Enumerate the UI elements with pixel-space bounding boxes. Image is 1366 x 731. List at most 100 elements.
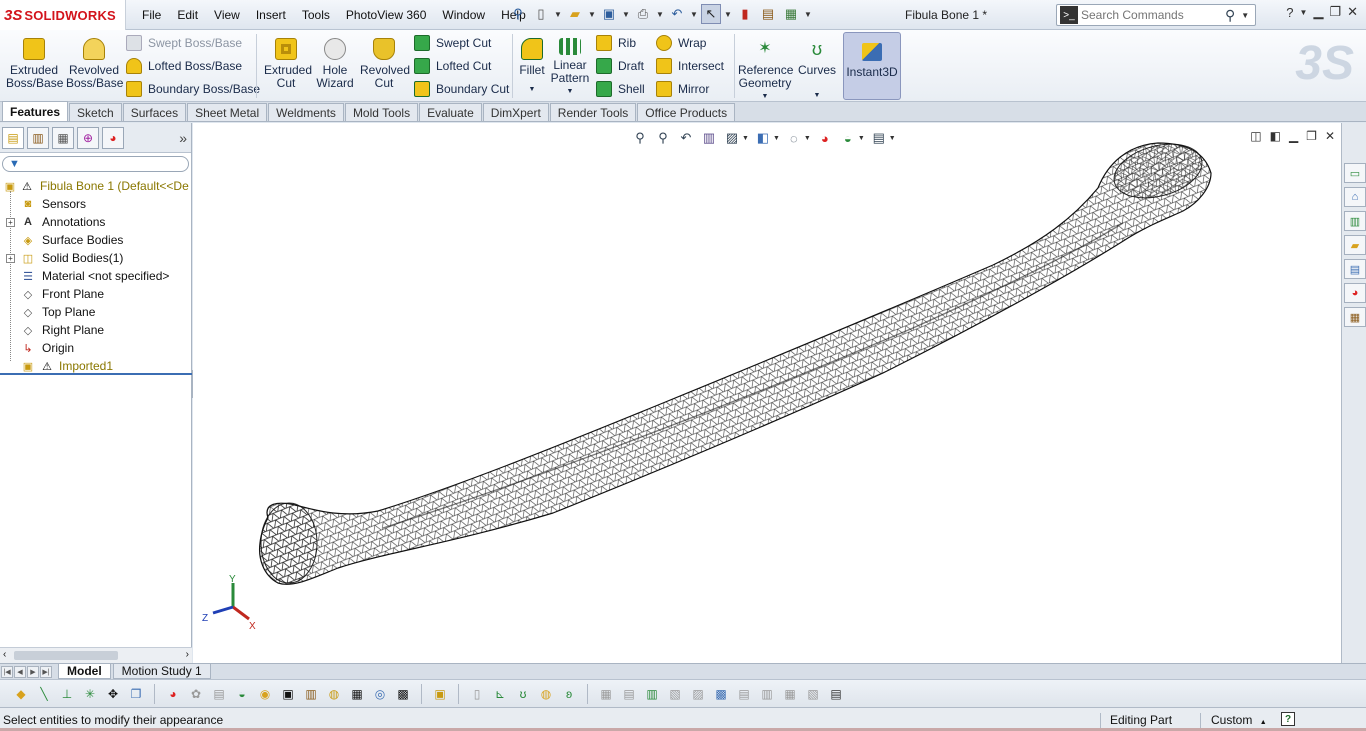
restore-icon[interactable]: ❐ xyxy=(1306,129,1317,143)
render-icon[interactable]: ▥ xyxy=(302,685,320,703)
search-box[interactable]: >_ ⚲ ▼ xyxy=(1056,4,1256,26)
table-icon[interactable]: ▩ xyxy=(712,685,730,703)
swept-cut-button[interactable]: Swept Cut xyxy=(414,33,491,53)
file-explorer-icon[interactable]: ▰ xyxy=(1344,235,1366,255)
line-icon[interactable]: ╲ xyxy=(35,685,53,703)
fibula-bone-model[interactable] xyxy=(193,123,1341,663)
close-icon[interactable]: ✕ xyxy=(1325,129,1335,143)
texture-icon[interactable]: ✿ xyxy=(187,685,205,703)
extruded-boss-button[interactable]: Extruded Boss/Base xyxy=(6,32,63,98)
edit-appearance-icon[interactable]: ◕ xyxy=(816,129,834,147)
table-icon[interactable]: ▧ xyxy=(666,685,684,703)
split-view-icon[interactable]: ◧ xyxy=(1270,129,1281,143)
rib-button[interactable]: Rib xyxy=(596,33,636,53)
resources-icon[interactable]: ▭ xyxy=(1344,163,1366,183)
restore-icon[interactable]: ❐ xyxy=(1329,4,1341,20)
menu-edit[interactable]: Edit xyxy=(169,8,206,22)
tab-weldments[interactable]: Weldments xyxy=(268,103,344,121)
property-manager-icon[interactable]: ▥ xyxy=(27,126,49,149)
tree-item-sensors[interactable]: ◙ Sensors xyxy=(0,195,191,213)
tab-render-tools[interactable]: Render Tools xyxy=(549,103,637,121)
reference-geometry-button[interactable]: ✶ Reference Geometry ▼ xyxy=(738,32,793,100)
decal-icon[interactable]: ▤ xyxy=(210,685,228,703)
split-view-icon[interactable]: ◫ xyxy=(1250,129,1261,143)
previous-view-icon[interactable]: ↶ xyxy=(677,129,695,147)
units-selector[interactable]: Custom ▲ xyxy=(1200,713,1267,729)
quick-tips-icon[interactable]: ? xyxy=(1281,712,1295,726)
tab-dimxpert[interactable]: DimXpert xyxy=(482,103,549,121)
scroll-right-icon[interactable]: › xyxy=(186,649,189,660)
apply-scene-icon[interactable]: ◒ xyxy=(839,129,857,147)
appearances-icon[interactable]: ◕ xyxy=(1344,283,1366,303)
search-icon[interactable]: ⚲ xyxy=(1225,7,1235,24)
expand-icon[interactable]: + xyxy=(6,253,15,263)
surface-icon[interactable]: ʚ xyxy=(560,685,578,703)
chevron-down-icon[interactable]: ▼ xyxy=(804,135,811,142)
curves-button[interactable]: ʊ Curves ▼ xyxy=(796,32,838,99)
menu-file[interactable]: File xyxy=(134,8,169,22)
recall-render-icon[interactable]: ▩ xyxy=(394,685,412,703)
tree-item-surface-bodies[interactable]: ◈ Surface Bodies xyxy=(0,231,191,249)
tab-features[interactable]: Features xyxy=(2,101,69,121)
tree-filter[interactable]: ▼ xyxy=(2,156,189,172)
print-icon[interactable]: ⎙ xyxy=(633,4,653,24)
mirror-button[interactable]: Mirror xyxy=(656,79,709,99)
menu-tools[interactable]: Tools xyxy=(294,8,338,22)
rebuild-icon[interactable]: ▮ xyxy=(735,4,755,24)
previous-tab-icon[interactable]: ◀ xyxy=(14,665,26,678)
linear-pattern-button[interactable]: Linear Pattern ▼ xyxy=(548,32,592,98)
smart-dimension-icon[interactable]: ⊥ xyxy=(58,685,76,703)
chevron-down-icon[interactable]: ▼ xyxy=(804,10,812,19)
move-icon[interactable]: ✥ xyxy=(104,685,122,703)
solidworks-logo[interactable]: 3S SOLIDWORKS xyxy=(0,0,126,30)
expand-icon[interactable]: + xyxy=(6,217,15,227)
feature-manager-icon[interactable]: ▤ xyxy=(2,126,24,149)
tab-model[interactable]: Model xyxy=(58,664,111,679)
camera-icon[interactable]: ▣ xyxy=(279,685,297,703)
section-view-icon[interactable]: ▥ xyxy=(700,129,718,147)
swept-boss-button[interactable]: Swept Boss/Base xyxy=(126,33,242,53)
tab-office-products[interactable]: Office Products xyxy=(637,103,736,121)
table-icon[interactable]: ▤ xyxy=(735,685,753,703)
table-icon[interactable]: ▨ xyxy=(689,685,707,703)
chevron-down-icon[interactable]: ▼ xyxy=(858,135,865,142)
last-tab-icon[interactable]: ▶| xyxy=(40,665,52,678)
next-tab-icon[interactable]: ▶ xyxy=(27,665,39,678)
chevron-down-icon[interactable]: ▼ xyxy=(1241,11,1249,20)
chevron-down-icon[interactable]: ▼ xyxy=(742,135,749,142)
table-icon[interactable]: ▤ xyxy=(620,685,638,703)
scene-icon[interactable]: ◒ xyxy=(233,685,251,703)
tab-motion-study[interactable]: Motion Study 1 xyxy=(112,664,211,679)
search-input[interactable] xyxy=(1081,8,1221,22)
view-settings-icon[interactable]: ▤ xyxy=(870,129,888,147)
minimize-icon[interactable]: ▁ xyxy=(1289,129,1298,143)
close-icon[interactable]: ✕ xyxy=(1347,4,1358,20)
zoom-to-fit-icon[interactable]: ⚲ xyxy=(631,129,649,147)
loop-icon[interactable]: ◍ xyxy=(537,685,555,703)
chevron-right-icon[interactable]: » xyxy=(179,130,187,146)
tab-evaluate[interactable]: Evaluate xyxy=(419,103,482,121)
mold-icon[interactable]: ▯ xyxy=(468,685,486,703)
select-cursor-icon[interactable]: ↖ xyxy=(701,4,721,24)
chevron-down-icon[interactable]: ▼ xyxy=(690,10,698,19)
revolved-boss-button[interactable]: Revolved Boss/Base xyxy=(66,32,123,98)
table-icon[interactable]: ▦ xyxy=(781,685,799,703)
instant3d-button[interactable]: Instant3D xyxy=(843,32,901,100)
curve-icon[interactable]: ʊ xyxy=(514,685,532,703)
copy-icon[interactable]: ❐ xyxy=(127,685,145,703)
table-icon[interactable]: ▦ xyxy=(597,685,615,703)
tab-sketch[interactable]: Sketch xyxy=(69,103,122,121)
table-icon[interactable]: ▥ xyxy=(643,685,661,703)
draft-button[interactable]: Draft xyxy=(596,56,644,76)
design-library-icon[interactable]: ▥ xyxy=(1344,211,1366,231)
wrap-button[interactable]: Wrap xyxy=(656,33,706,53)
point-icon[interactable]: ✳ xyxy=(81,685,99,703)
tab-surfaces[interactable]: Surfaces xyxy=(122,103,187,121)
file-properties-icon[interactable]: ▤ xyxy=(758,4,778,24)
menu-photoview[interactable]: PhotoView 360 xyxy=(338,8,435,22)
scroll-left-icon[interactable]: ‹ xyxy=(3,649,6,660)
table-icon[interactable]: ▥ xyxy=(758,685,776,703)
menu-insert[interactable]: Insert xyxy=(248,8,294,22)
tree-item-right-plane[interactable]: ◇ Right Plane xyxy=(0,321,191,339)
bone-mesh[interactable] xyxy=(258,142,1212,585)
